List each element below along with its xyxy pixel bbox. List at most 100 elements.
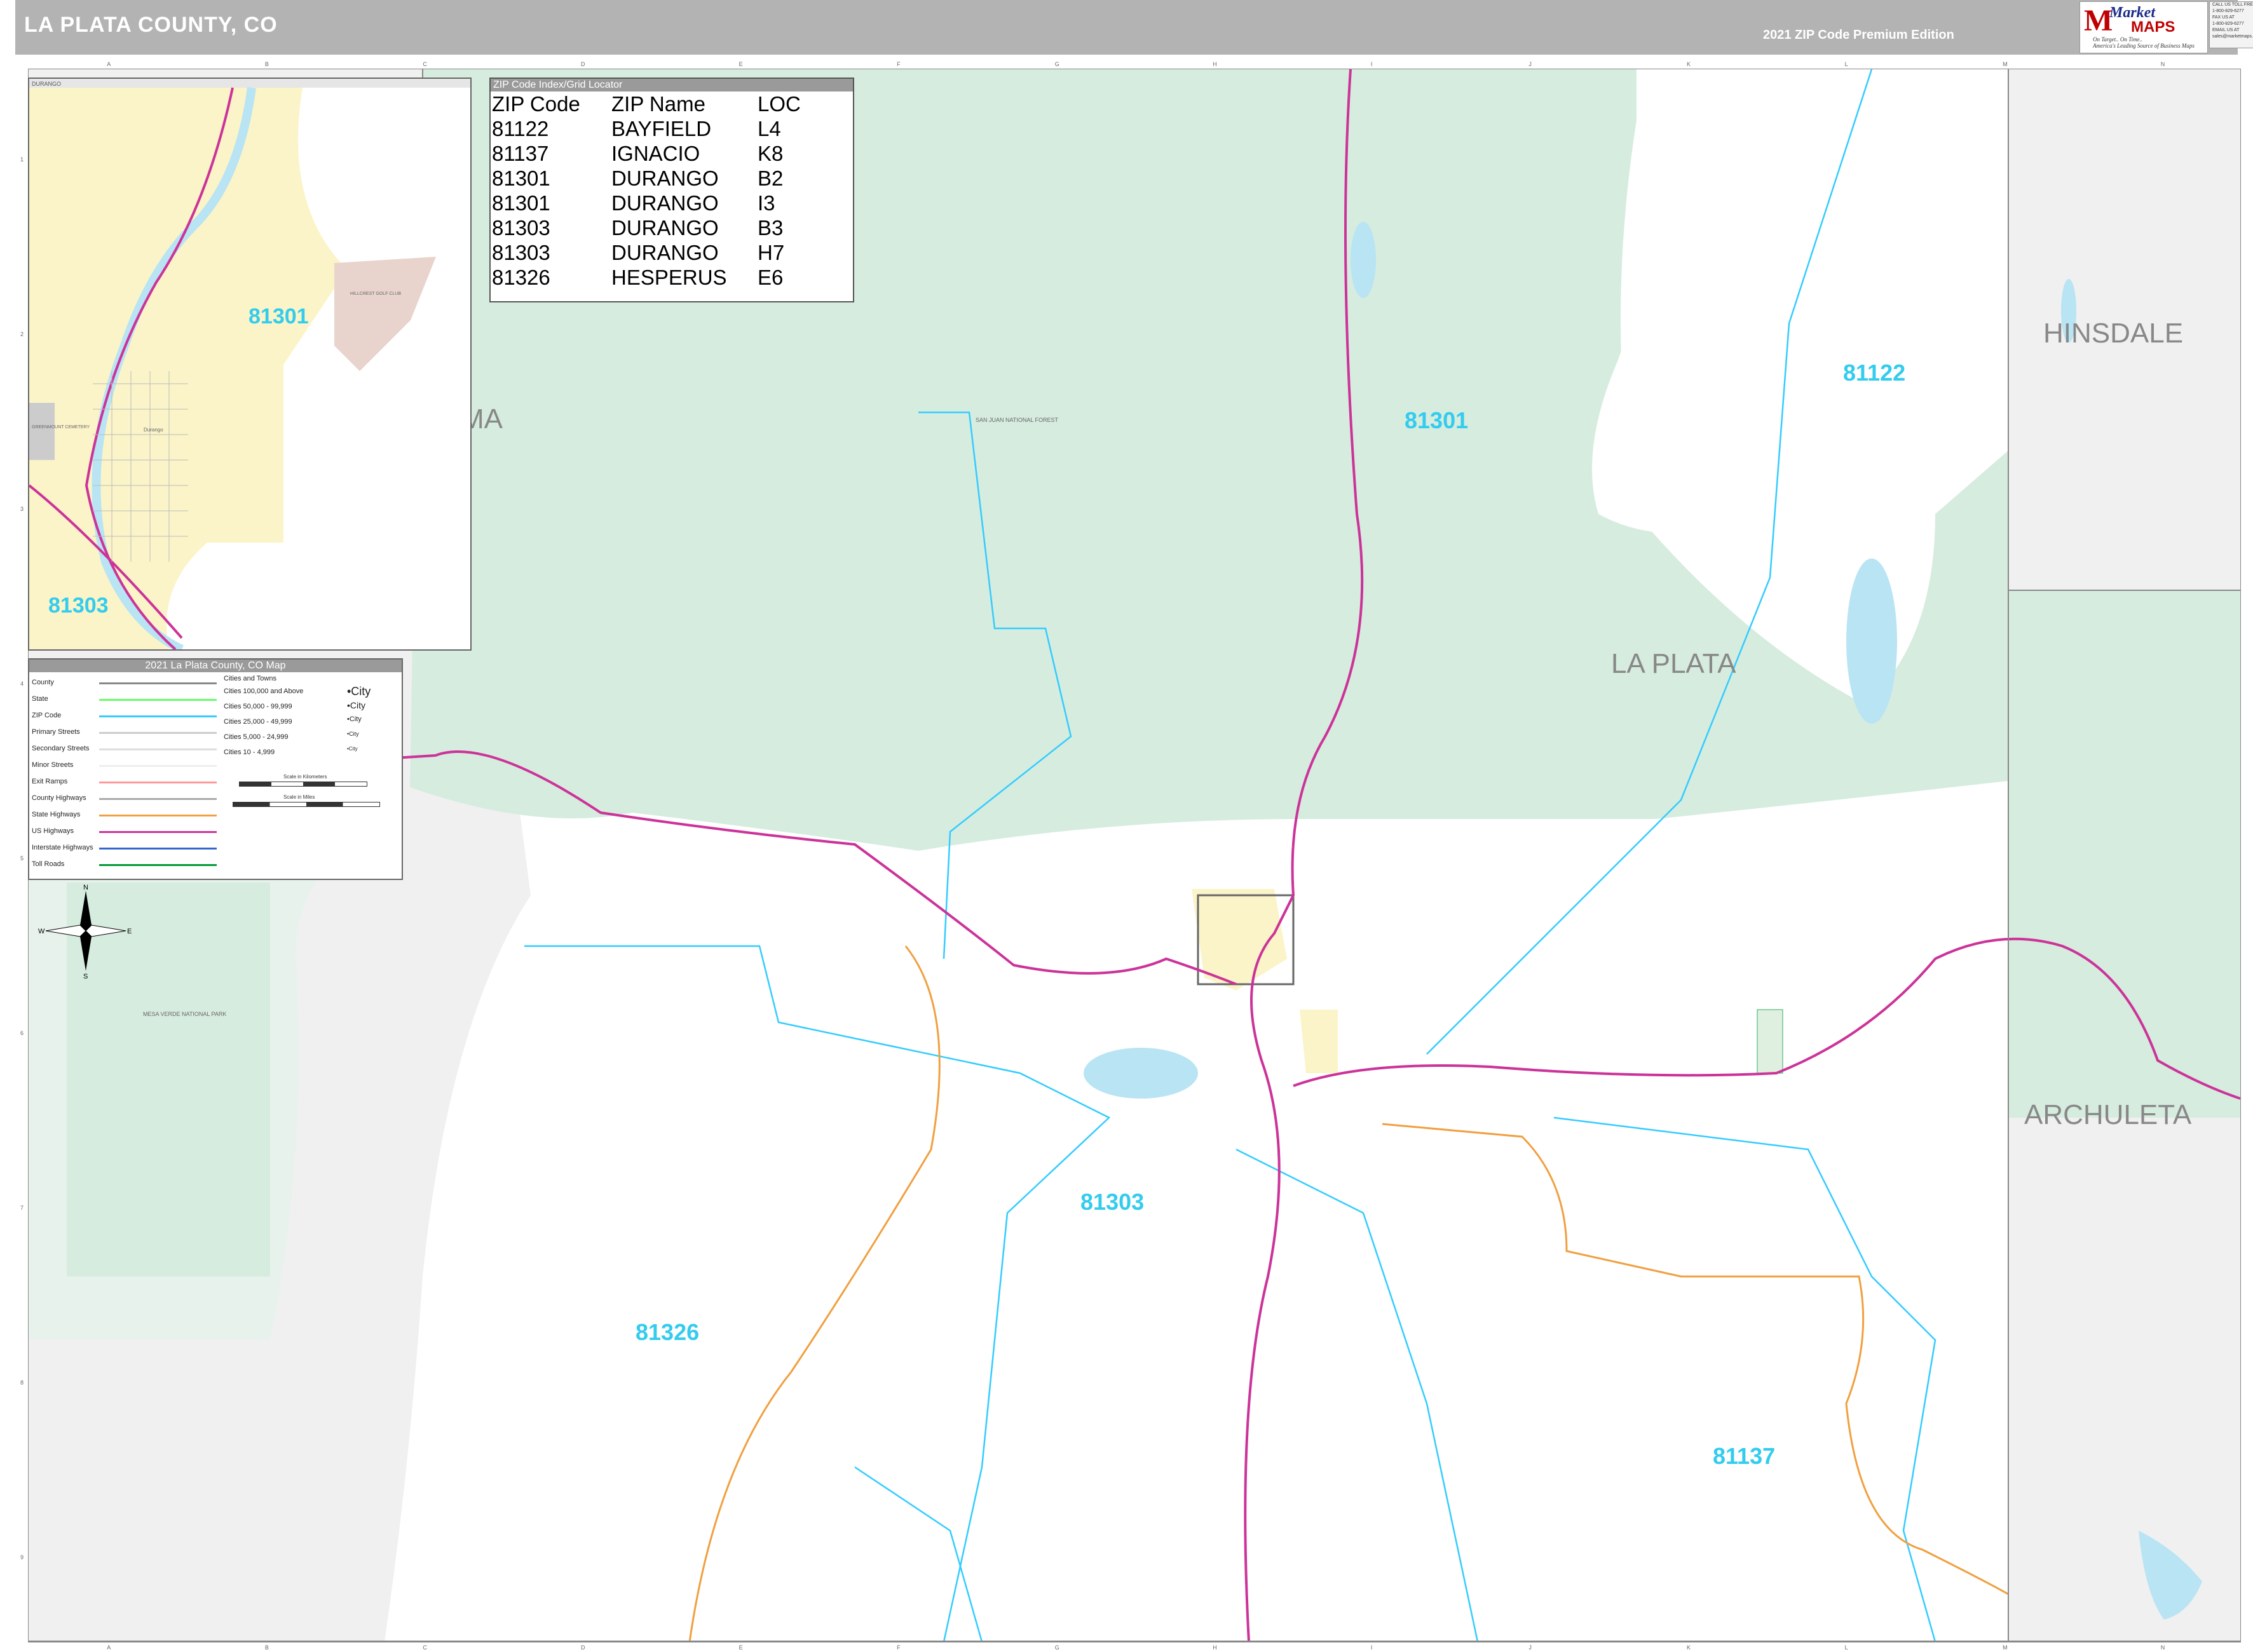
grid-column-label: J (1528, 1644, 1532, 1651)
legend-scale-km: Scale in Kilometers (283, 774, 327, 780)
zip-index-row: 81301 DURANGO I3 (492, 191, 801, 215)
zip-cell: 81122 (492, 117, 549, 140)
contact-box: CALL US TOLL FREE 1-800-829-6277 FAX US … (2209, 1, 2253, 48)
inset-city-label: Durango (144, 427, 163, 433)
grid-column-label: B (264, 1644, 269, 1651)
zip-cell: 81303 (492, 216, 550, 240)
legend-city-sample: •City (347, 685, 371, 698)
grid-column-label: A (107, 1644, 111, 1651)
grid-column-label: M (2003, 1644, 2008, 1651)
legend-item-swatch (99, 732, 217, 734)
legend-item-label: Interstate Highways (32, 844, 93, 851)
zip-index-row: 81137 IGNACIO K8 (492, 141, 801, 166)
zip-loc-cell: B3 (758, 216, 784, 240)
contact-line: FAX US AT (2212, 15, 2235, 20)
legend-item-label: Exit Ramps (32, 778, 68, 785)
zip-loc-cell: H7 (758, 241, 785, 264)
contact-line: EMAIL US AT (2212, 28, 2240, 32)
zip-label-81326: 81326 (636, 1319, 699, 1345)
compass-south-arrow (80, 931, 92, 971)
legend-item-swatch (99, 815, 217, 816)
zip-index-header-row: ZIP Code ZIP Name LOC (492, 91, 801, 116)
grid-column-label: L (1844, 61, 1848, 67)
zip-index-header-loc: LOC (758, 92, 801, 116)
grid-column-label: H (1213, 61, 1217, 67)
lake (1084, 1048, 1198, 1099)
compass-s-label: S (83, 973, 88, 978)
grid-column-label: B (264, 61, 269, 67)
zip-loc-cell: E6 (758, 266, 784, 289)
grid-row-label: 8 (20, 1379, 24, 1386)
zip-cell: 81301 (492, 191, 550, 215)
grid-column-label: A (107, 61, 111, 67)
grid-column-label: G (1054, 61, 1059, 67)
grid-column-label: I (1370, 61, 1373, 67)
grid-row-label: 3 (20, 505, 24, 512)
logo-tagline-2: America's Leading Source of Business Map… (2093, 43, 2195, 49)
legend-item-swatch (99, 831, 217, 833)
contact-line: sales@marketmaps.com (2212, 34, 2253, 39)
header-bar: LA PLATA COUNTY, CO 2021 ZIP Code Premiu… (15, 0, 2253, 55)
legend-city-label: Cities 100,000 and Above (224, 687, 304, 695)
grid-column-label: G (1054, 1644, 1059, 1651)
zip-name-cell: DURANGO (611, 166, 719, 190)
inset-zip-label-81301: 81301 (248, 304, 309, 328)
grid-column-label: F (897, 1644, 901, 1651)
durango-inset-map[interactable]: DURANGO 81301 81303 HILLCREST GOLF CLUB … (28, 78, 472, 651)
legend-item-swatch (99, 682, 217, 684)
bayfield-area (1757, 1009, 1783, 1074)
grid-column-label: F (897, 61, 901, 67)
zip-label-81137: 81137 (1713, 1443, 1775, 1469)
legend-item-label: County (32, 679, 54, 686)
grid-column-label: E (739, 61, 743, 67)
logo-m-icon: M (2084, 4, 2113, 37)
legend-item-swatch (99, 699, 217, 701)
grid-column-label: H (1213, 1644, 1217, 1651)
legend-city-label: Cities 25,000 - 49,999 (224, 718, 292, 726)
archuleta-forest-area (2008, 590, 2240, 1118)
compass-north-arrow (80, 891, 92, 931)
grid-column-label: K (1687, 1644, 1691, 1651)
legend-item-label: Primary Streets (32, 728, 80, 736)
grid-column-label: J (1528, 61, 1532, 67)
grid-column-label: N (2160, 1644, 2165, 1651)
edition-label: 2021 ZIP Code Premium Edition (1763, 28, 1954, 42)
grid-row-label: 1 (20, 156, 24, 163)
contact-line: 1-800-829-6277 (2212, 22, 2244, 26)
zip-name-cell: DURANGO (611, 241, 719, 264)
zip-index-row: 81122 BAYFIELD L4 (492, 116, 801, 141)
zip-cell: 81303 (492, 241, 550, 264)
compass-e-label: E (127, 928, 132, 935)
zip-index-table: ZIP Code ZIP Name LOC 81122 BAYFIELD L4 81… (492, 91, 801, 290)
legend-scale-km-bar (239, 782, 367, 787)
inset-cemetery-label: GREENMOUNT CEMETERY (32, 425, 90, 430)
compass-w-label: W (38, 928, 45, 935)
grid-column-label: D (581, 1644, 585, 1651)
grid-row-label: 7 (20, 1204, 24, 1211)
zip-loc-cell: L4 (758, 117, 781, 140)
contact-line: 1-800-829-6277 (2212, 9, 2244, 13)
logo-tagline-1: On Target.. On Time.. (2093, 36, 2143, 43)
legend-item-swatch (99, 864, 217, 866)
inset-title-bar (29, 79, 470, 88)
legend-item-label: Minor Streets (32, 761, 74, 769)
zip-index-title: ZIP Code Index/Grid Locator (491, 79, 853, 91)
zip-index-row: 81326 HESPERUS E6 (492, 265, 801, 290)
legend-item-swatch (99, 715, 217, 717)
legend-item-swatch (99, 765, 217, 767)
legend-item-swatch (99, 798, 217, 800)
zip-index-row: 81301 DURANGO B2 (492, 166, 801, 191)
grid-row-label: 9 (20, 1554, 24, 1561)
grid-row-label: 5 (20, 855, 24, 862)
zip-cell: 81301 (492, 166, 550, 190)
legend-city-sample: •City (347, 731, 359, 737)
grid-column-label: L (1844, 1644, 1848, 1651)
legend-item-label: Toll Roads (32, 860, 65, 868)
logo-brand-2: MAPS (2131, 18, 2175, 36)
county-label-la-plata: LA PLATA (1611, 648, 1736, 679)
zip-loc-cell: B2 (758, 166, 784, 190)
zip-label-81301: 81301 (1405, 407, 1468, 433)
park-label: MESA VERDE NATIONAL PARK (143, 1011, 226, 1017)
market-maps-logo[interactable]: M Market MAPS On Target.. On Time.. Amer… (2079, 1, 2208, 53)
compass-n-label: N (83, 884, 88, 891)
